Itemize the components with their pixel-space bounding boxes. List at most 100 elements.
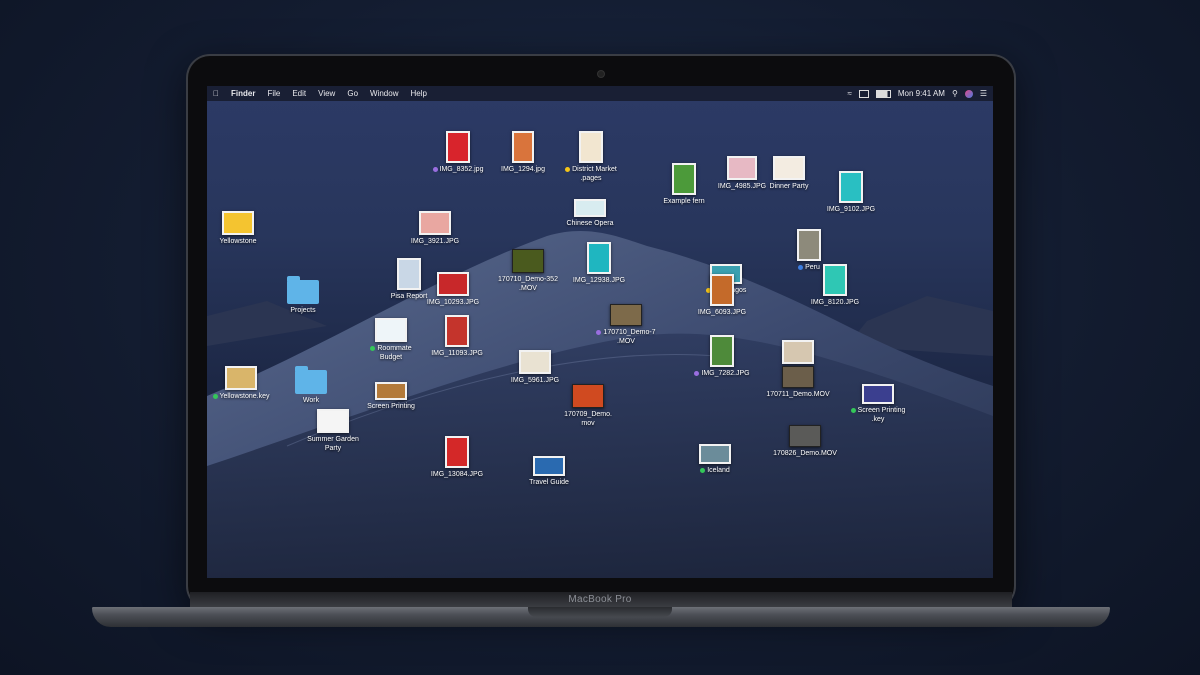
document-thumbnail — [375, 382, 407, 400]
desktop-item[interactable]: Summer Garden Party — [293, 409, 373, 453]
folder-icon — [287, 276, 319, 304]
photo-thumbnail — [437, 272, 469, 296]
desktop-item[interactable]: 170710_Demo-352 .MOV — [488, 249, 568, 293]
document-thumbnail — [773, 156, 805, 180]
tag-dot — [212, 393, 218, 399]
brand-label: MacBook Pro — [568, 594, 632, 605]
desktop-item[interactable]: Screen Printing — [351, 382, 431, 411]
movie-thumbnail — [610, 304, 642, 326]
desktop-item[interactable]: IMG_13084.JPG — [417, 436, 497, 479]
document-thumbnail — [317, 409, 349, 433]
spotlight-icon[interactable]: ⚲ — [952, 89, 958, 98]
desktop-item-label: Projects — [290, 307, 316, 314]
photo-thumbnail — [519, 350, 551, 374]
desktop-item[interactable]: IMG_7282.JPG — [682, 335, 762, 378]
desktop-item[interactable]: IMG_12938.JPG — [559, 242, 639, 285]
photo-thumbnail — [533, 456, 565, 476]
menu-bar:  Finder File Edit View Go Window Help ≈… — [207, 86, 993, 101]
tag-dot — [596, 329, 602, 335]
desktop-item-label: 170826_Demo.MOV — [773, 450, 837, 457]
desktop-item-label: IMG_9102.JPG — [826, 206, 876, 213]
tag-dot — [850, 407, 856, 413]
menu-edit[interactable]: Edit — [286, 89, 312, 98]
movie-thumbnail — [572, 384, 604, 408]
desktop-item[interactable]: Travel Guide — [509, 456, 589, 487]
photo-thumbnail — [710, 335, 734, 367]
siri-icon[interactable] — [964, 89, 973, 98]
desktop-item[interactable]: 170710_Demo-7 .MOV — [586, 304, 666, 346]
desktop-item[interactable]: IMG_9102.JPG — [811, 171, 891, 214]
wifi-icon[interactable]: ≈ — [847, 89, 851, 98]
photo-thumbnail — [797, 229, 821, 261]
desktop-item[interactable]: 170711_Demo.MOV — [758, 366, 838, 399]
movie-thumbnail — [512, 249, 544, 273]
desktop-item[interactable]: IMG_3921.JPG — [395, 211, 475, 246]
desktop-item-label: Screen Printing .key — [838, 406, 918, 424]
desktop-item-label: IMG_11093.JPG — [431, 350, 483, 357]
movie-thumbnail — [789, 425, 821, 447]
desktop-item-label: 170710_Demo-352 .MOV — [498, 276, 558, 292]
photo-thumbnail — [512, 131, 534, 163]
desktop-item-label: 170709_Demo. mov — [564, 411, 612, 427]
desktop-item-label: Work — [302, 397, 320, 404]
desktop-item[interactable]: IMG_8120.JPG — [795, 264, 875, 307]
desktop-item-label: Chinese Opera — [566, 220, 614, 227]
photo-thumbnail — [445, 436, 469, 468]
desktop-item-label: Yellowstone.key — [207, 392, 281, 401]
desktop-item-label: Iceland — [675, 466, 755, 475]
desktop-item[interactable]: IMG_6093.JPG — [682, 274, 762, 317]
photo-thumbnail — [574, 199, 606, 217]
desktop-item[interactable]: District Market .pages — [551, 131, 631, 183]
desktop-item-label: IMG_12938.JPG — [572, 277, 626, 284]
desktop-item-label: IMG_3921.JPG — [410, 238, 460, 245]
airplay-icon[interactable] — [858, 89, 869, 98]
desktop-item[interactable]: IMG_10293.JPG — [413, 272, 493, 307]
desktop-item[interactable]: 170709_Demo. mov — [548, 384, 628, 428]
tag-dot — [694, 370, 700, 376]
folder-icon — [295, 366, 327, 394]
desktop-item[interactable]: Yellowstone — [207, 211, 278, 246]
notification-center-icon[interactable]: ☰ — [980, 89, 987, 98]
base-notch — [528, 607, 672, 617]
desktop-item[interactable]: Chinese Opera — [550, 199, 630, 228]
photo-thumbnail — [710, 274, 734, 306]
menu-window[interactable]: Window — [364, 89, 404, 98]
menu-view[interactable]: View — [312, 89, 341, 98]
desktop-screen[interactable]:  Finder File Edit View Go Window Help ≈… — [207, 86, 993, 578]
desktop-item[interactable]: Projects — [263, 276, 343, 315]
desktop-item-label: IMG_7282.JPG — [682, 369, 762, 378]
app-menu-finder[interactable]: Finder — [225, 89, 261, 98]
desktop-item-label: Summer Garden Party — [307, 436, 359, 452]
document-thumbnail — [579, 131, 603, 163]
apple-icon[interactable]:  — [207, 89, 225, 98]
desktop-item[interactable]: Iceland — [675, 444, 755, 475]
menubar-clock[interactable]: Mon 9:41 AM — [898, 89, 945, 98]
desktop-item-label: Travel Guide — [529, 479, 569, 486]
tag-dot — [700, 467, 706, 473]
camera — [598, 71, 604, 77]
tag-dot — [432, 166, 438, 172]
desktop-item[interactable]: Screen Printing .key — [838, 384, 918, 424]
desktop-item-label: 170710_Demo-7 .MOV — [586, 328, 666, 346]
menu-help[interactable]: Help — [404, 89, 432, 98]
photo-thumbnail — [699, 444, 731, 464]
desktop-item[interactable]: Work — [271, 366, 351, 405]
desktop-item-label: 170711_Demo.MOV — [766, 391, 830, 398]
tag-dot — [565, 166, 571, 172]
tag-dot — [370, 345, 376, 351]
menu-go[interactable]: Go — [341, 89, 364, 98]
photo-thumbnail — [419, 211, 451, 235]
desktop-item[interactable]: IMG_5961.JPG — [495, 350, 575, 385]
desktop-item[interactable]: 170826_Demo.MOV — [765, 425, 845, 458]
photo-thumbnail — [446, 131, 470, 163]
desktop-item[interactable]: Yellowstone.key — [207, 366, 281, 401]
desktop-item-label: IMG_6093.JPG — [697, 309, 747, 316]
photo-thumbnail — [587, 242, 611, 274]
document-thumbnail — [782, 340, 814, 364]
desktop-item[interactable]: IMG_11093.JPG — [417, 315, 497, 358]
battery-icon[interactable] — [875, 89, 891, 98]
photo-thumbnail — [445, 315, 469, 347]
photo-thumbnail — [823, 264, 847, 296]
desktop-item-label: District Market .pages — [551, 165, 631, 183]
menu-file[interactable]: File — [261, 89, 286, 98]
